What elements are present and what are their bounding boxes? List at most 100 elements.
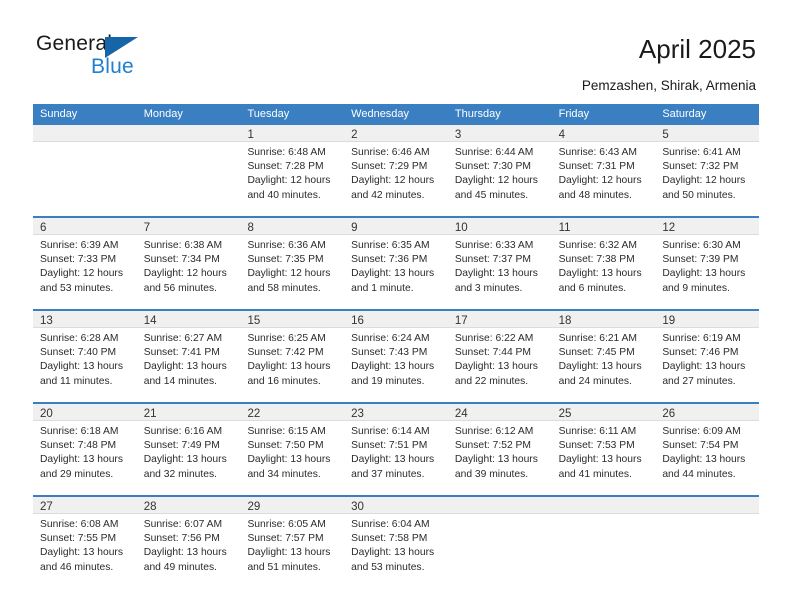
day-cell[interactable]: 18 Sunrise: 6:21 AM Sunset: 7:45 PM Dayligh… xyxy=(551,311,656,402)
daylight-text: Daylight: 12 hours xyxy=(662,175,746,187)
sunrise-text: Sunrise: 6:41 AM xyxy=(662,147,741,158)
brand-logo[interactable]: General Blue xyxy=(36,32,256,82)
day-number-bar: 26 xyxy=(655,404,760,421)
sunset-text: Sunset: 7:45 PM xyxy=(558,347,635,359)
daylight-text: Daylight: 13 hours xyxy=(454,454,538,466)
day-number-bar: 7 xyxy=(136,218,241,235)
day-cell-details xyxy=(33,142,137,146)
day-cell-details: Sunrise: 6:32 AM Sunset: 7:38 PM Daylight:… xyxy=(552,235,656,296)
sunrise-text: Sunrise: 6:04 AM xyxy=(351,519,430,530)
sunset-text: Sunset: 7:33 PM xyxy=(40,254,117,266)
day-cell[interactable]: 21 Sunrise: 6:16 AM Sunset: 7:49 PM Dayligh… xyxy=(136,404,241,495)
day-cell[interactable]: 5 Sunrise: 6:41 AM Sunset: 7:32 PM Daylight… xyxy=(655,125,760,216)
day-cell[interactable]: 1 Sunrise: 6:48 AM Sunset: 7:28 PM Daylight… xyxy=(240,125,345,216)
day-number: 29 xyxy=(247,501,261,513)
sunset-text: Sunset: 7:49 PM xyxy=(143,440,220,452)
day-cell[interactable]: 17 Sunrise: 6:22 AM Sunset: 7:44 PM Dayligh… xyxy=(447,311,552,402)
page-header: General Blue April 2025 Pemzashen, Shira… xyxy=(0,0,792,100)
day-cell[interactable]: 3 Sunrise: 6:44 AM Sunset: 7:30 PM Daylight… xyxy=(447,125,552,216)
day-cell[interactable]: 4 Sunrise: 6:43 AM Sunset: 7:31 PM Daylight… xyxy=(551,125,656,216)
day-number: 4 xyxy=(558,129,565,141)
sunset-text: Sunset: 7:46 PM xyxy=(662,347,739,359)
day-number: 7 xyxy=(143,222,151,234)
day-cell[interactable]: 25 Sunrise: 6:11 AM Sunset: 7:53 PM Dayligh… xyxy=(551,404,656,495)
day-cell[interactable]: 23 Sunrise: 6:14 AM Sunset: 7:51 PM Dayligh… xyxy=(344,404,448,495)
day-number-bar: 20 xyxy=(33,404,137,421)
day-number: 3 xyxy=(454,129,462,141)
day-cell[interactable]: 19 Sunrise: 6:19 AM Sunset: 7:46 PM Dayligh… xyxy=(655,311,760,402)
sunset-text: Sunset: 7:44 PM xyxy=(454,347,532,359)
sunset-text: Sunset: 7:37 PM xyxy=(454,254,532,266)
sunset-text: Sunset: 7:41 PM xyxy=(143,347,220,359)
day-cell-details: Sunrise: 6:24 AM Sunset: 7:43 PM Daylight:… xyxy=(344,328,448,389)
calendar-week-row: 13 Sunrise: 6:28 AM Sunset: 7:40 PM Dayligh… xyxy=(33,309,760,402)
day-cell[interactable]: 7 Sunrise: 6:38 AM Sunset: 7:34 PM Daylight… xyxy=(136,218,241,309)
day-cell[interactable]: 26 Sunrise: 6:09 AM Sunset: 7:54 PM Dayligh… xyxy=(655,404,760,495)
day-cell[interactable]: 14 Sunrise: 6:27 AM Sunset: 7:41 PM Dayligh… xyxy=(136,311,241,402)
calendar-week-row: 1 Sunrise: 6:48 AM Sunset: 7:28 PM Daylight… xyxy=(33,125,760,216)
daylight-text-cont: and 29 minutes. xyxy=(40,468,114,480)
daylight-text: Daylight: 12 hours xyxy=(351,175,435,187)
day-number-bar: 30 xyxy=(344,497,448,514)
day-number: 22 xyxy=(247,408,261,420)
day-cell[interactable]: 10 Sunrise: 6:33 AM Sunset: 7:37 PM Dayligh… xyxy=(447,218,552,309)
day-cell-details xyxy=(655,514,759,518)
brand-name-general: General xyxy=(36,32,113,55)
day-cell[interactable]: 11 Sunrise: 6:32 AM Sunset: 7:38 PM Dayligh… xyxy=(551,218,656,309)
day-number: 12 xyxy=(662,222,676,234)
daylight-text-cont: and 1 minute. xyxy=(351,282,414,294)
sunrise-text: Sunrise: 6:11 AM xyxy=(558,426,637,437)
day-number-bar xyxy=(655,497,760,514)
weekday-header-monday: Monday xyxy=(143,108,183,120)
day-cell[interactable]: 15 Sunrise: 6:25 AM Sunset: 7:42 PM Dayligh… xyxy=(240,311,345,402)
day-cell[interactable]: 20 Sunrise: 6:18 AM Sunset: 7:48 PM Dayligh… xyxy=(33,404,137,495)
day-cell-details xyxy=(448,514,552,518)
day-cell[interactable]: 8 Sunrise: 6:36 AM Sunset: 7:35 PM Daylight… xyxy=(240,218,345,309)
weekday-header-wednesday: Wednesday xyxy=(351,108,410,120)
sunset-text: Sunset: 7:30 PM xyxy=(454,161,532,173)
day-number-bar: 28 xyxy=(136,497,241,514)
day-cell[interactable]: 6 Sunrise: 6:39 AM Sunset: 7:33 PM Daylight… xyxy=(33,218,137,309)
day-cell[interactable]: 27 Sunrise: 6:08 AM Sunset: 7:55 PM Dayligh… xyxy=(33,497,137,588)
sunrise-text: Sunrise: 6:21 AM xyxy=(558,333,638,344)
page-title: April 2025 xyxy=(638,34,756,64)
day-cell-details: Sunrise: 6:11 AM Sunset: 7:53 PM Daylight:… xyxy=(552,421,656,482)
daylight-text-cont: and 11 minutes. xyxy=(40,375,113,387)
daylight-text: Daylight: 12 hours xyxy=(454,175,538,187)
day-cell[interactable]: 12 Sunrise: 6:30 AM Sunset: 7:39 PM Dayligh… xyxy=(655,218,760,309)
daylight-text: Daylight: 13 hours xyxy=(40,454,123,466)
sunset-text: Sunset: 7:42 PM xyxy=(247,347,324,359)
daylight-text: Daylight: 13 hours xyxy=(40,547,123,559)
sunrise-text: Sunrise: 6:12 AM xyxy=(454,426,534,437)
day-number-bar: 8 xyxy=(240,218,345,235)
day-cell[interactable]: 13 Sunrise: 6:28 AM Sunset: 7:40 PM Dayligh… xyxy=(33,311,137,402)
day-cell[interactable]: 2 Sunrise: 6:46 AM Sunset: 7:29 PM Daylight… xyxy=(344,125,448,216)
day-cell[interactable]: 16 Sunrise: 6:24 AM Sunset: 7:43 PM Dayligh… xyxy=(344,311,448,402)
daylight-text: Daylight: 12 hours xyxy=(40,268,123,280)
day-cell-details xyxy=(137,142,241,146)
day-cell[interactable]: 29 Sunrise: 6:05 AM Sunset: 7:57 PM Dayligh… xyxy=(240,497,345,588)
sunrise-text: Sunrise: 6:33 AM xyxy=(454,240,534,251)
sunset-text: Sunset: 7:51 PM xyxy=(351,440,428,452)
day-cell[interactable]: 28 Sunrise: 6:07 AM Sunset: 7:56 PM Dayligh… xyxy=(136,497,241,588)
daylight-text: Daylight: 13 hours xyxy=(662,361,746,373)
day-cell[interactable]: 24 Sunrise: 6:12 AM Sunset: 7:52 PM Dayligh… xyxy=(447,404,552,495)
sunset-text: Sunset: 7:50 PM xyxy=(247,440,324,452)
sunrise-text: Sunrise: 6:08 AM xyxy=(40,519,119,530)
daylight-text-cont: and 58 minutes. xyxy=(247,282,321,294)
daylight-text: Daylight: 12 hours xyxy=(247,175,331,187)
day-cell-details: Sunrise: 6:25 AM Sunset: 7:42 PM Daylight:… xyxy=(240,328,344,389)
daylight-text: Daylight: 13 hours xyxy=(247,361,331,373)
daylight-text: Daylight: 13 hours xyxy=(558,268,642,280)
day-cell-details: Sunrise: 6:41 AM Sunset: 7:32 PM Daylight:… xyxy=(655,142,759,203)
day-number: 24 xyxy=(454,408,468,420)
daylight-text: Daylight: 12 hours xyxy=(143,268,227,280)
sunset-text: Sunset: 7:32 PM xyxy=(662,161,739,173)
day-cell[interactable]: 22 Sunrise: 6:15 AM Sunset: 7:50 PM Dayligh… xyxy=(240,404,345,495)
day-number: 25 xyxy=(558,408,572,420)
sunrise-text: Sunrise: 6:18 AM xyxy=(40,426,119,437)
daylight-text: Daylight: 13 hours xyxy=(351,268,435,280)
daylight-text: Daylight: 13 hours xyxy=(351,454,435,466)
day-cell[interactable]: 30 Sunrise: 6:04 AM Sunset: 7:58 PM Dayligh… xyxy=(344,497,448,588)
day-cell[interactable]: 9 Sunrise: 6:35 AM Sunset: 7:36 PM Daylight… xyxy=(344,218,448,309)
